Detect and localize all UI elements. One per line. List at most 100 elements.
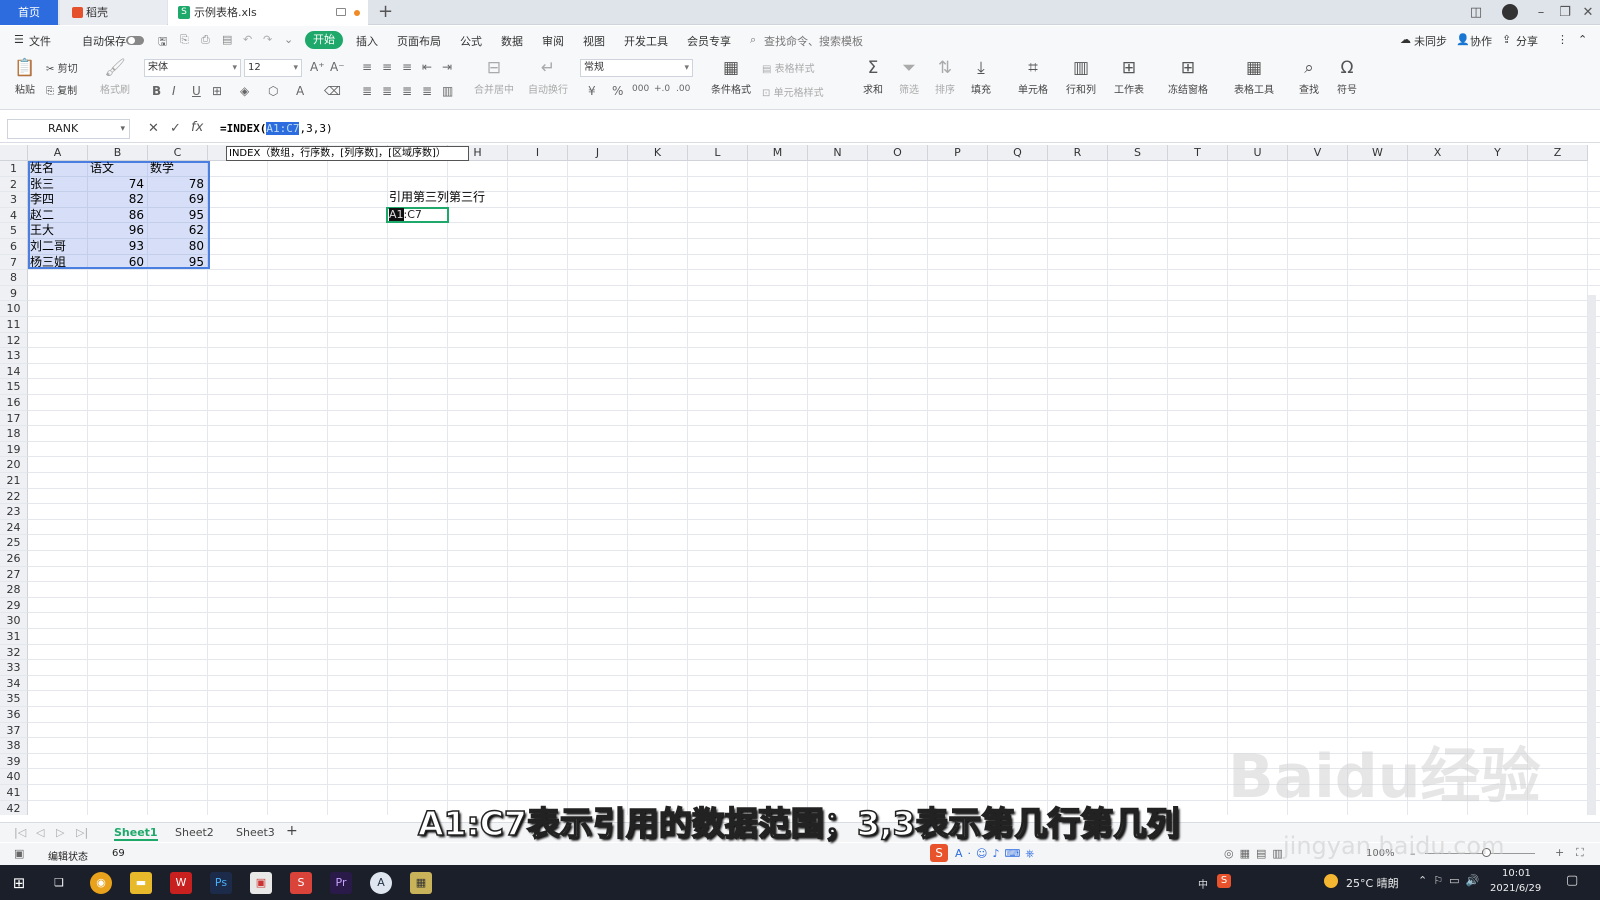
column-header[interactable]: R	[1048, 145, 1108, 161]
select-all-corner[interactable]	[0, 145, 28, 161]
filter-button[interactable]: ⏷ 筛选	[892, 58, 926, 96]
tray-icons[interactable]: ⌃⚐▭🔊	[1418, 874, 1485, 887]
clock-time[interactable]: 10:01	[1502, 868, 1531, 879]
tab-daoke[interactable]: 稻壳	[60, 0, 167, 25]
last-sheet-icon[interactable]: ▷|	[76, 826, 88, 839]
row-header[interactable]: 2	[0, 176, 28, 193]
column-header[interactable]: L	[688, 145, 748, 161]
formula-input[interactable]: =INDEX(A1:C7,3,3)	[220, 122, 333, 135]
eraser-icon[interactable]: ⌫	[324, 84, 341, 98]
underline-icon[interactable]: U	[192, 84, 201, 98]
sogou-icon[interactable]: S	[1217, 874, 1231, 888]
first-sheet-icon[interactable]: |◁	[14, 826, 26, 839]
align-bottom-icon[interactable]: ≡	[402, 60, 412, 74]
menu-start[interactable]: 开始	[305, 31, 343, 49]
column-header[interactable]: C	[148, 145, 208, 161]
row-header[interactable]: 20	[0, 457, 28, 473]
row-header[interactable]: 28	[0, 582, 28, 598]
row-header[interactable]: 32	[0, 644, 28, 661]
note-label-cell[interactable]: 引用第三列第三行	[389, 190, 485, 205]
row-col-button[interactable]: ▥ 行和列	[1060, 58, 1102, 96]
column-header[interactable]: W	[1348, 145, 1408, 161]
row-header[interactable]: 6	[0, 239, 28, 255]
tab-home[interactable]: 首页	[0, 0, 58, 25]
row-header[interactable]: 5	[0, 223, 28, 239]
undo-icon[interactable]: ↶	[243, 33, 252, 46]
next-sheet-icon[interactable]: ▷	[56, 826, 64, 839]
menu-developer[interactable]: 开发工具	[624, 33, 668, 49]
worksheet-button[interactable]: ⊞ 工作表	[1108, 58, 1150, 96]
row-header[interactable]: 24	[0, 519, 28, 536]
column-header[interactable]: K	[628, 145, 688, 161]
autosave-toggle[interactable]	[126, 36, 144, 45]
avatar[interactable]	[1497, 0, 1523, 25]
minimize-button[interactable]: –	[1528, 0, 1554, 25]
row-header[interactable]: 41	[0, 785, 28, 801]
notification-icon[interactable]: ▢	[1566, 873, 1578, 888]
row-header[interactable]: 25	[0, 535, 28, 551]
photoshop-icon[interactable]: Ps	[210, 872, 232, 894]
new-tab-button[interactable]: +	[378, 2, 393, 22]
cut-button[interactable]: ✂ 剪切	[46, 60, 88, 75]
decimal-inc-icon[interactable]: +.0	[654, 84, 670, 94]
indent-increase-icon[interactable]: ⇥	[442, 60, 452, 74]
align-middle-icon[interactable]: ≡	[382, 60, 392, 74]
ime-indicator[interactable]: 中	[1198, 876, 1208, 891]
merge-center-button[interactable]: ⊟ 合并居中	[468, 58, 520, 96]
align-left-icon[interactable]: ≣	[362, 84, 372, 98]
row-header[interactable]: 34	[0, 675, 28, 692]
zoom-in-icon[interactable]: +	[1555, 846, 1564, 859]
highlight-icon[interactable]: ⬡	[268, 84, 278, 98]
table-cell[interactable]: 95	[148, 208, 204, 223]
row-header[interactable]: 27	[0, 566, 28, 583]
table-cell[interactable]: 82	[88, 192, 144, 207]
table-cell[interactable]: 78	[148, 177, 204, 192]
column-header[interactable]: A	[28, 145, 88, 161]
task-view-icon[interactable]: ❏	[48, 872, 70, 894]
paste-button[interactable]: 📋 粘贴	[9, 58, 41, 96]
table-cell[interactable]: 74	[88, 177, 144, 192]
font-shrink-icon[interactable]: A⁻	[330, 60, 345, 74]
table-tools-button[interactable]: ▦ 表格工具	[1228, 58, 1280, 96]
preview-icon[interactable]: ▤	[222, 33, 232, 46]
font-select[interactable]: 宋体	[144, 59, 241, 77]
table-cell[interactable]: 张三	[30, 177, 54, 192]
table-cell[interactable]: 李四	[30, 192, 54, 207]
table-cell[interactable]: 93	[88, 239, 144, 254]
spreadsheet-grid[interactable]: ABCDEFGHIJKLMNOPQRSTUVWXYZ 1234567891011…	[0, 145, 1600, 815]
italic-icon[interactable]: I	[172, 84, 176, 98]
ime-toolbar[interactable]: A·☺♪⌨⎈	[955, 847, 1039, 861]
font-grow-icon[interactable]: A⁺	[310, 60, 325, 74]
row-header[interactable]: 37	[0, 722, 28, 739]
column-header[interactable]: O	[868, 145, 928, 161]
column-header[interactable]: X	[1408, 145, 1468, 161]
column-header[interactable]: Y	[1468, 145, 1528, 161]
command-search[interactable]: 查找命令、搜索模板	[764, 33, 863, 49]
percent-icon[interactable]: %	[612, 84, 623, 98]
justify-icon[interactable]: ≣	[422, 84, 432, 98]
vertical-scrollbar[interactable]	[1588, 295, 1596, 815]
row-header[interactable]: 11	[0, 317, 28, 333]
sum-button[interactable]: Σ 求和	[856, 58, 890, 96]
table-cell[interactable]: 王大	[30, 223, 54, 238]
column-header[interactable]: T	[1168, 145, 1228, 161]
copy-button[interactable]: ⎘ 复制	[46, 82, 94, 97]
row-header[interactable]: 8	[0, 270, 28, 286]
row-header[interactable]: 1	[0, 161, 28, 177]
row-header[interactable]: 7	[0, 254, 28, 271]
row-header[interactable]: 30	[0, 613, 28, 629]
fill-button[interactable]: ⤓ 填充	[964, 58, 998, 96]
premiere-icon[interactable]: Pr	[330, 872, 352, 894]
row-header[interactable]: 40	[0, 769, 28, 785]
save-icon[interactable]: 🖫	[158, 33, 167, 52]
table-cell[interactable]: 80	[148, 239, 204, 254]
fullscreen-icon[interactable]: ⛶	[1576, 846, 1584, 860]
row-header[interactable]: 21	[0, 473, 28, 489]
border-icon[interactable]: ⊞	[212, 84, 222, 98]
row-header[interactable]: 17	[0, 410, 28, 427]
cell-button[interactable]: ⌗ 单元格	[1012, 58, 1054, 96]
column-header[interactable]: B	[88, 145, 148, 161]
table-cell[interactable]: 62	[148, 223, 204, 238]
font-color-icon[interactable]: A	[296, 84, 304, 98]
tab-file[interactable]: S 示例表格.xls	[168, 0, 368, 25]
